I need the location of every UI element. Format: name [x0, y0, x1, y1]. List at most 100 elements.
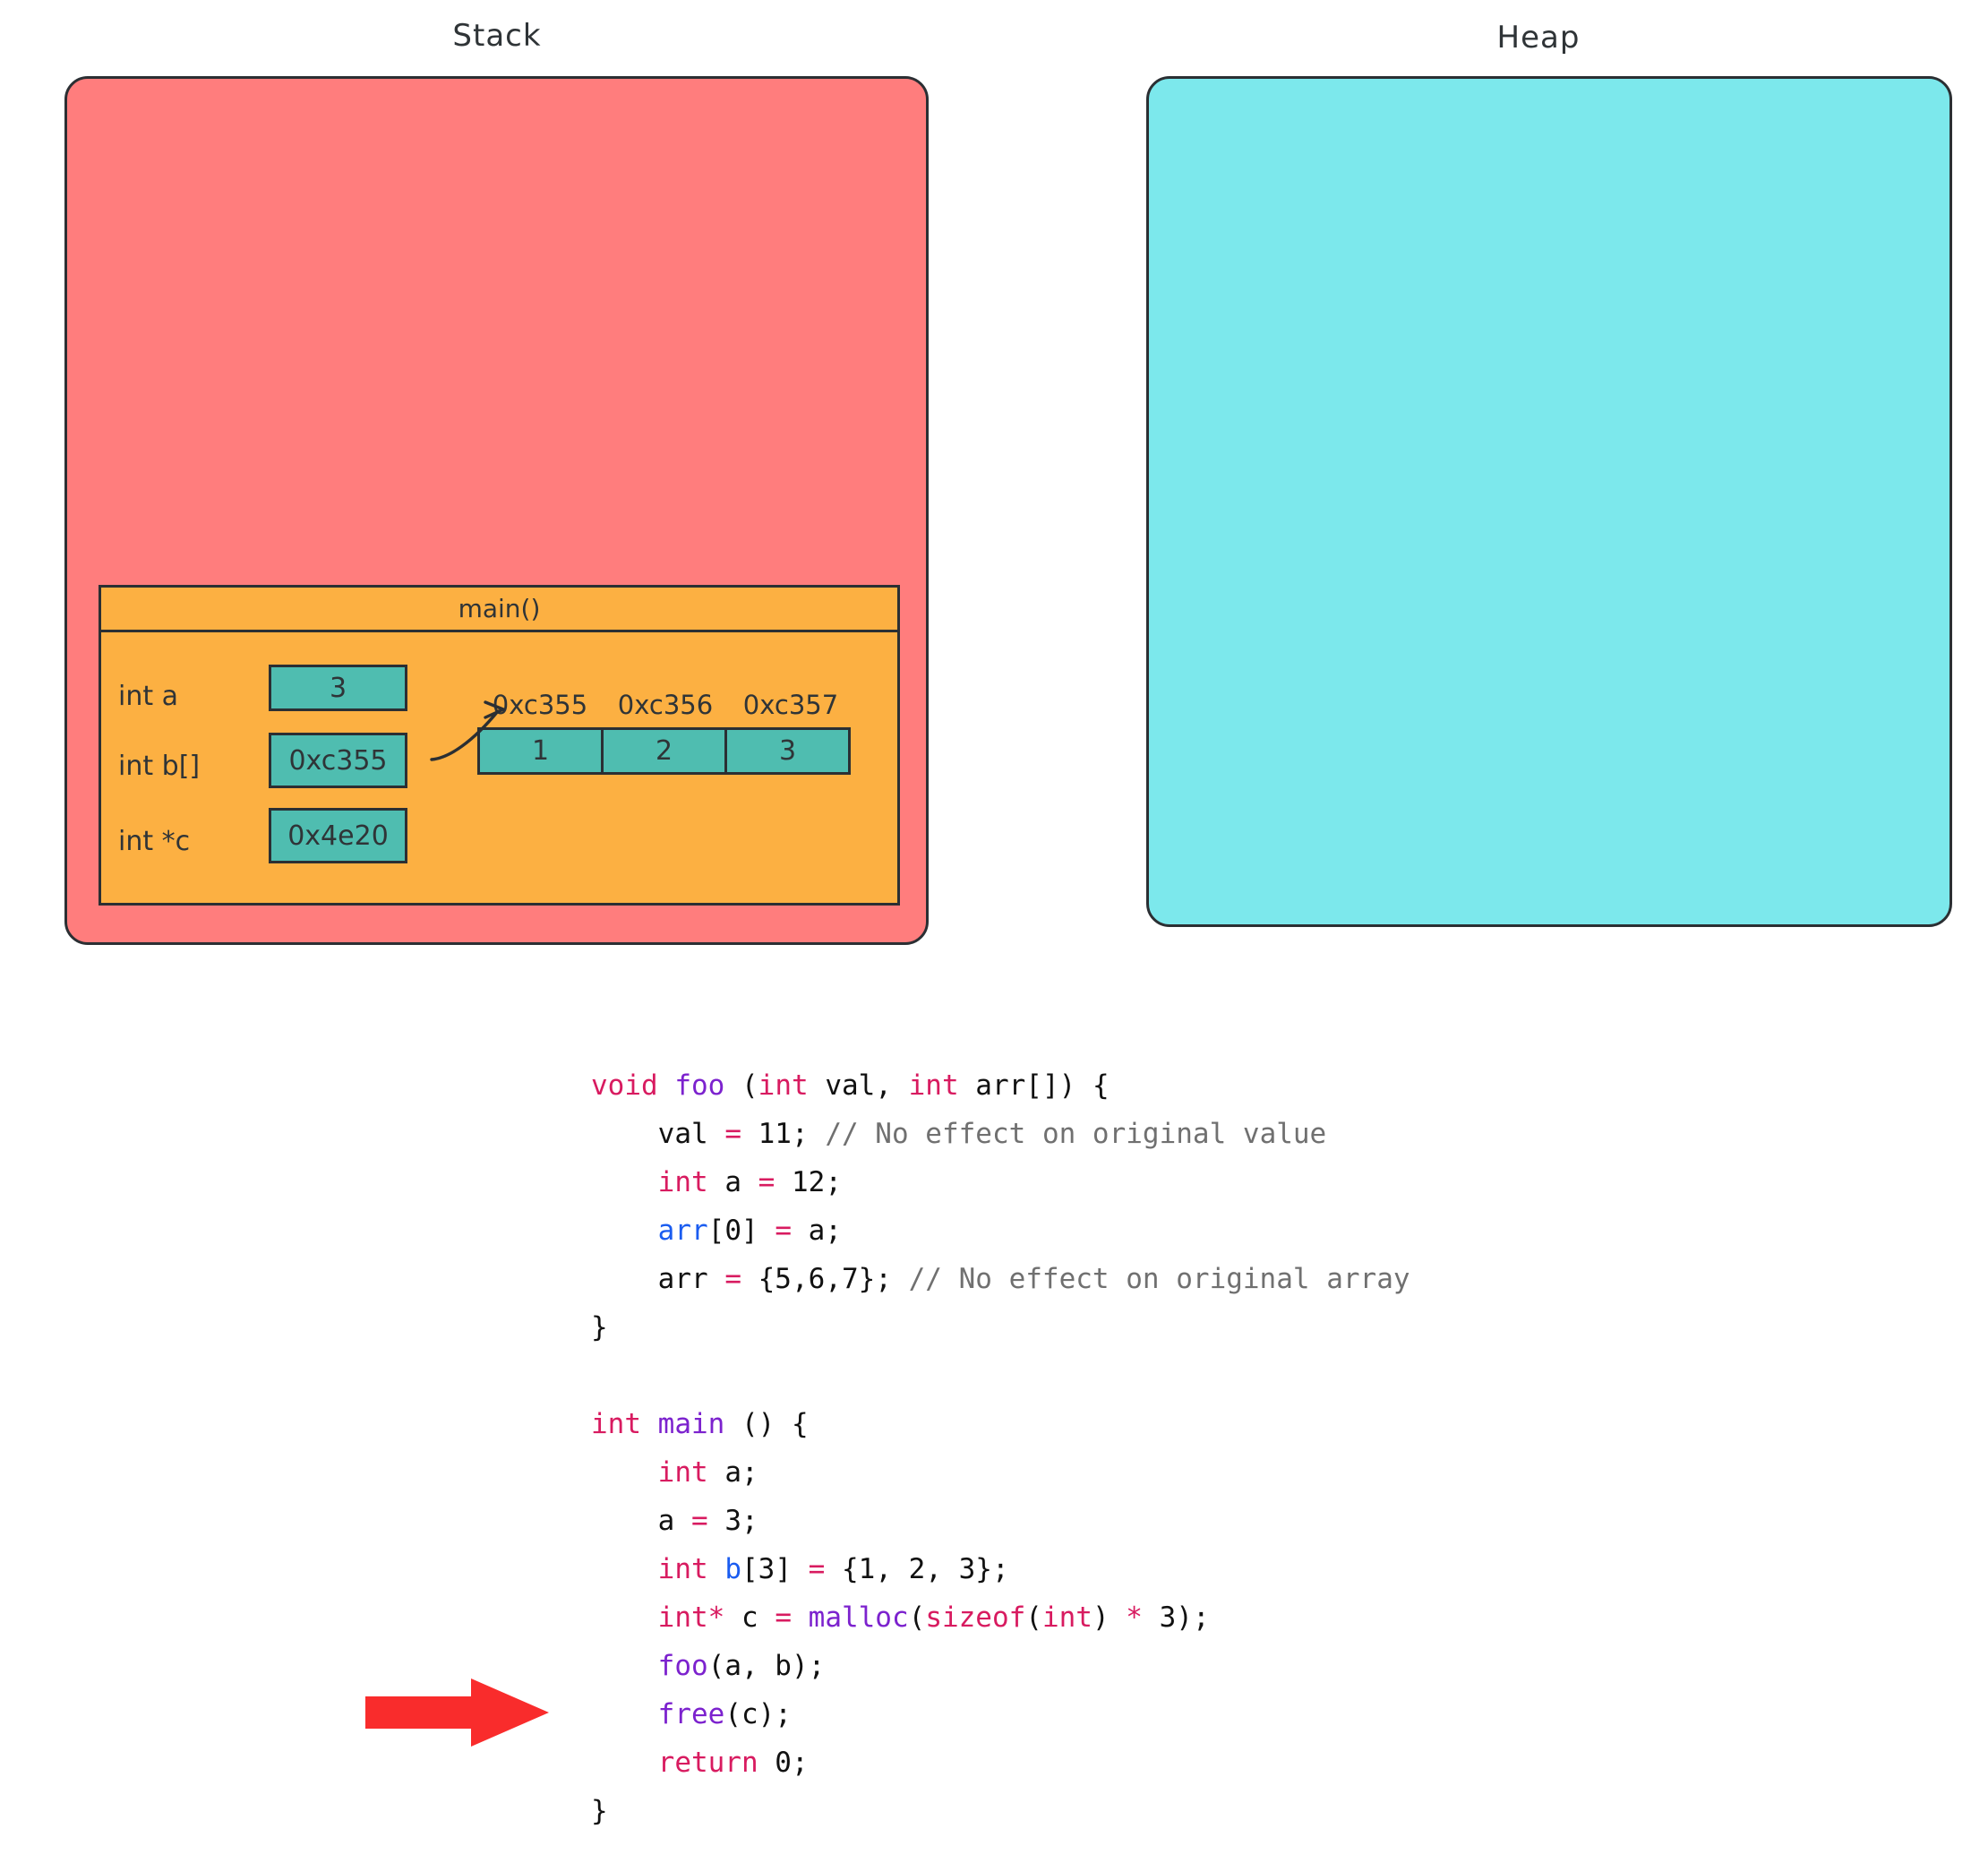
code-token: int	[1041, 1601, 1093, 1634]
code-token: sizeof	[925, 1601, 1026, 1634]
code-token: a	[591, 1505, 691, 1537]
code-token: 3;	[707, 1505, 758, 1537]
code-token: (c);	[724, 1698, 792, 1730]
code-token: [0]	[707, 1215, 775, 1247]
code-line: }	[591, 1303, 1410, 1352]
code-token: arr	[591, 1263, 725, 1295]
code-token: val	[591, 1118, 725, 1150]
heap-memory-region	[1146, 76, 1952, 927]
code-token: arr[]) {	[958, 1069, 1110, 1102]
array-cell-1: 2	[601, 727, 727, 775]
code-token: *	[1126, 1601, 1143, 1634]
code-token: int	[657, 1553, 708, 1585]
stack-frame-header: main()	[101, 588, 897, 632]
code-token: int	[591, 1408, 641, 1440]
current-line-arrow-icon	[365, 1678, 549, 1747]
code-token: void	[591, 1069, 658, 1102]
code-token: int*	[657, 1601, 725, 1634]
code-token: =	[775, 1215, 792, 1247]
code-line: return 0;	[591, 1739, 1410, 1787]
code-line: arr[0] = a;	[591, 1206, 1410, 1255]
array-cell-0: 1	[477, 727, 604, 775]
code-token: a;	[791, 1215, 842, 1247]
code-token: }	[591, 1795, 608, 1827]
code-token: a	[707, 1166, 758, 1198]
code-token: a;	[707, 1456, 758, 1489]
heap-region-label: Heap	[1496, 20, 1581, 56]
variable-declaration-int-b-array: int b[]	[118, 751, 201, 782]
variable-value-int-b-array: 0xc355	[269, 733, 407, 788]
code-token: 3);	[1142, 1601, 1210, 1634]
code-token: (	[1025, 1601, 1042, 1634]
code-token: malloc	[808, 1601, 909, 1634]
code-line: void foo (int val, int arr[]) {	[591, 1061, 1410, 1110]
code-token: 0;	[758, 1747, 809, 1779]
code-token: (	[908, 1601, 926, 1634]
code-token: int	[657, 1166, 708, 1198]
array-address-label-1: 0xc356	[617, 690, 714, 720]
code-token: =	[724, 1118, 741, 1150]
code-token: free	[657, 1698, 725, 1730]
variable-declaration-int-ptr-c: int *c	[118, 826, 191, 857]
code-line: foo(a, b);	[591, 1642, 1410, 1690]
code-token: =	[808, 1553, 826, 1585]
stack-region-label: Stack	[452, 18, 542, 54]
code-line: int a = 12;	[591, 1158, 1410, 1206]
code-token: 12;	[775, 1166, 842, 1198]
code-token: // No effect on original array	[908, 1263, 1410, 1295]
array-cell-2: 3	[724, 727, 851, 775]
code-token: main	[657, 1408, 725, 1440]
code-token: }	[591, 1311, 608, 1344]
code-token: arr	[657, 1215, 708, 1247]
code-token: )	[1092, 1601, 1127, 1634]
code-line: free(c);	[591, 1690, 1410, 1739]
code-line: int* c = malloc(sizeof(int) * 3);	[591, 1593, 1410, 1642]
code-token: {1, 2, 3};	[825, 1553, 1009, 1585]
code-token: (	[724, 1069, 758, 1102]
code-token: foo	[674, 1069, 725, 1102]
code-token: =	[775, 1601, 792, 1634]
variable-value-int-ptr-c: 0x4e20	[269, 808, 407, 863]
code-line: int main () {	[591, 1400, 1410, 1448]
code-line: }	[591, 1787, 1410, 1835]
code-token: b	[724, 1553, 741, 1585]
code-line: int a;	[591, 1448, 1410, 1497]
code-line: a = 3;	[591, 1497, 1410, 1545]
stack-frame-title: main()	[458, 594, 541, 623]
code-line: arr = {5,6,7}; // No effect on original …	[591, 1255, 1410, 1303]
variable-value-int-a: 3	[269, 665, 407, 711]
code-token: val,	[808, 1069, 909, 1102]
code-token: foo	[657, 1650, 708, 1682]
code-line: val = 11; // No effect on original value	[591, 1110, 1410, 1158]
code-token: (a, b);	[707, 1650, 826, 1682]
code-token: () {	[724, 1408, 809, 1440]
code-token: int	[758, 1069, 809, 1102]
code-token: 11;	[741, 1118, 826, 1150]
array-address-label-0: 0xc355	[492, 690, 588, 720]
code-token: =	[724, 1263, 741, 1295]
code-line: int b[3] = {1, 2, 3};	[591, 1545, 1410, 1593]
code-token: int	[657, 1456, 708, 1489]
code-token: c	[724, 1601, 775, 1634]
code-token: return	[657, 1747, 758, 1779]
variable-declaration-int-a: int a	[118, 681, 179, 712]
code-token: {5,6,7};	[741, 1263, 909, 1295]
code-token: // No effect on original value	[825, 1118, 1327, 1150]
code-line	[591, 1352, 1410, 1400]
code-token: int	[908, 1069, 959, 1102]
source-code-block: void foo (int val, int arr[]) { val = 11…	[591, 1061, 1410, 1835]
code-token: =	[758, 1166, 775, 1198]
